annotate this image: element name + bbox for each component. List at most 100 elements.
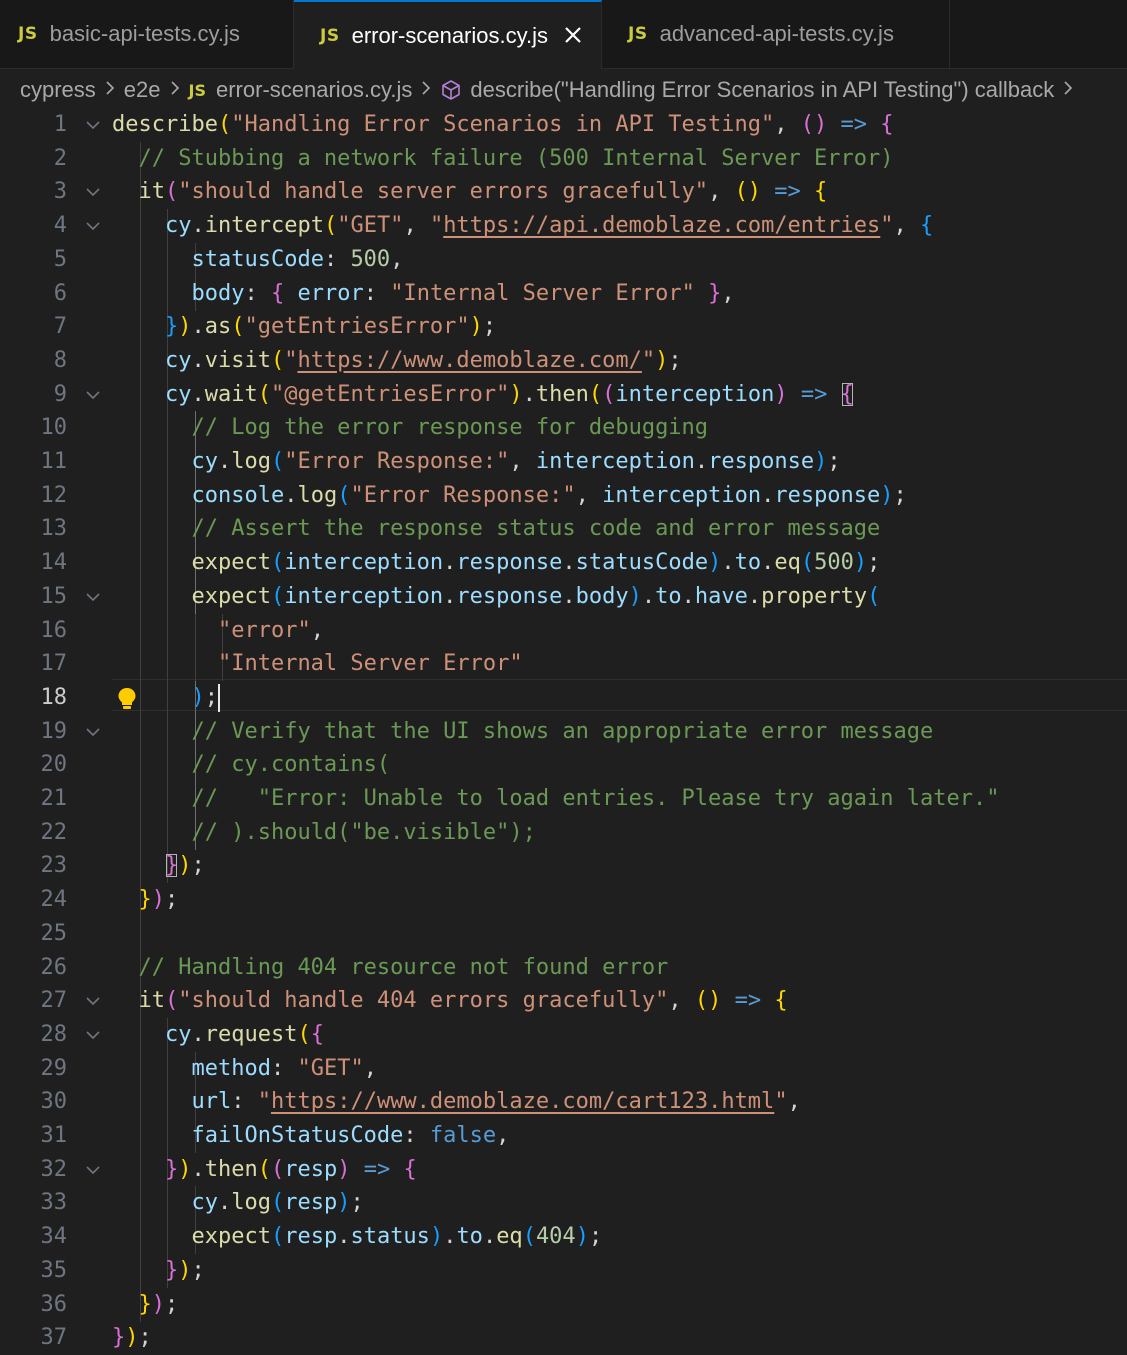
code-line[interactable]: 26 // Handling 404 resource not found er… bbox=[0, 950, 1127, 985]
breadcrumb-item-symbol[interactable]: describe("Handling Error Scenarios in AP… bbox=[470, 77, 1054, 103]
code-line[interactable]: 20 // cy.contains( bbox=[0, 748, 1127, 783]
code-token: body bbox=[575, 583, 629, 609]
chevron-down-icon[interactable] bbox=[84, 175, 102, 209]
code-token: ) bbox=[125, 1325, 139, 1351]
code-text[interactable]: statusCode: 500, bbox=[112, 243, 403, 277]
code-text[interactable]: method: "GET", bbox=[112, 1052, 376, 1086]
code-line[interactable]: 22 // ).should("be.visible"); bbox=[0, 815, 1127, 850]
code-text[interactable]: "Internal Server Error" bbox=[112, 647, 523, 681]
code-line[interactable]: 3 it("should handle server errors gracef… bbox=[0, 175, 1127, 210]
code-text[interactable]: }); bbox=[112, 883, 179, 917]
code-token: log bbox=[297, 482, 338, 508]
code-text[interactable]: // cy.contains( bbox=[112, 748, 390, 782]
code-line[interactable]: 23 }); bbox=[0, 849, 1127, 884]
code-text[interactable]: cy.visit("https://www.demoblaze.com/"); bbox=[112, 344, 682, 378]
breadcrumb-item-e2e[interactable]: e2e bbox=[124, 77, 161, 103]
code-line[interactable]: 36 }); bbox=[0, 1287, 1127, 1322]
code-text[interactable]: // ).should("be.visible"); bbox=[112, 816, 535, 850]
close-icon[interactable] bbox=[564, 23, 582, 49]
chevron-down-icon[interactable] bbox=[84, 984, 102, 1018]
code-text[interactable]: url: "https://www.demoblaze.com/cart123.… bbox=[112, 1085, 800, 1119]
code-text[interactable]: console.log("Error Response:", intercept… bbox=[112, 479, 906, 513]
code-line[interactable]: 19 // Verify that the UI shows an approp… bbox=[0, 714, 1127, 749]
tab-error-scenarios[interactable]: JS error-scenarios.cy.js bbox=[294, 0, 602, 69]
code-text[interactable]: cy.request({ bbox=[112, 1018, 324, 1052]
code-line[interactable]: 30 url: "https://www.demoblaze.com/cart1… bbox=[0, 1085, 1127, 1120]
code-line[interactable]: 6 body: { error: "Internal Server Error"… bbox=[0, 276, 1127, 311]
code-token: interception bbox=[602, 482, 762, 508]
line-number: 35 bbox=[40, 1257, 68, 1283]
code-text[interactable]: expect(interception.response.body).to.ha… bbox=[112, 580, 880, 614]
chevron-down-icon[interactable] bbox=[84, 209, 102, 243]
code-line[interactable]: 31 failOnStatusCode: false, bbox=[0, 1119, 1127, 1153]
code-line[interactable]: 12 console.log("Error Response:", interc… bbox=[0, 478, 1127, 513]
chevron-right-icon bbox=[421, 79, 431, 102]
chevron-down-icon[interactable] bbox=[84, 378, 102, 412]
code-line[interactable]: 29 method: "GET", bbox=[0, 1051, 1127, 1086]
code-line[interactable]: 21 // "Error: Unable to load entries. Pl… bbox=[0, 782, 1127, 816]
breadcrumb-item-cypress[interactable]: cypress bbox=[20, 77, 96, 103]
code-text[interactable]: // Assert the response status code and e… bbox=[112, 512, 880, 546]
code-text[interactable]: cy.log(resp); bbox=[112, 1186, 363, 1220]
code-line[interactable]: 25 bbox=[0, 916, 1127, 951]
chevron-down-icon[interactable] bbox=[84, 1153, 102, 1187]
code-text[interactable]: "error", bbox=[112, 614, 324, 648]
code-text[interactable]: cy.wait("@getEntriesError").then((interc… bbox=[112, 378, 854, 412]
code-line[interactable]: 16 "error", bbox=[0, 613, 1127, 648]
code-text[interactable]: // Log the error response for debugging bbox=[112, 411, 708, 445]
code-text[interactable]: }); bbox=[112, 849, 205, 883]
code-text[interactable]: // Verify that the UI shows an appropria… bbox=[112, 715, 933, 749]
code-line[interactable]: 32 }).then((resp) => { bbox=[0, 1152, 1127, 1187]
code-text[interactable]: }).then((resp) => { bbox=[112, 1153, 417, 1187]
code-token: ; bbox=[204, 684, 218, 710]
code-text[interactable]: }); bbox=[112, 1254, 205, 1288]
code-text[interactable]: }); bbox=[112, 1288, 179, 1322]
code-line[interactable]: 34 expect(resp.status).to.eq(404); bbox=[0, 1220, 1127, 1255]
chevron-down-icon[interactable] bbox=[84, 108, 102, 142]
code-line[interactable]: 15 expect(interception.response.body).to… bbox=[0, 579, 1127, 614]
code-text[interactable]: it("should handle 404 errors gracefully"… bbox=[112, 984, 788, 1018]
code-line[interactable]: 5 statusCode: 500, bbox=[0, 242, 1127, 277]
code-line[interactable]: 8 cy.visit("https://www.demoblaze.com/")… bbox=[0, 343, 1127, 378]
code-line[interactable]: 28 cy.request({ bbox=[0, 1017, 1127, 1052]
code-text[interactable]: }).as("getEntriesError"); bbox=[112, 310, 496, 344]
code-line[interactable]: 24 }); bbox=[0, 883, 1127, 918]
code-line[interactable]: 14 expect(interception.response.statusCo… bbox=[0, 546, 1127, 581]
javascript-file-icon: JS bbox=[320, 25, 340, 46]
code-line[interactable]: 1 describe("Handling Error Scenarios in A… bbox=[0, 108, 1127, 142]
code-token: , bbox=[721, 280, 735, 306]
code-text[interactable]: // Stubbing a network failure (500 Inter… bbox=[112, 142, 894, 176]
code-line[interactable]: 35 }); bbox=[0, 1253, 1127, 1288]
code-text[interactable]: it("should handle server errors graceful… bbox=[112, 175, 828, 209]
code-line[interactable]: 18 ); bbox=[0, 680, 1127, 715]
code-line[interactable]: 7 }).as("getEntriesError"); bbox=[0, 310, 1127, 345]
code-text[interactable]: failOnStatusCode: false, bbox=[112, 1119, 509, 1153]
breadcrumb-item-file[interactable]: error-scenarios.cy.js bbox=[216, 77, 412, 103]
code-line[interactable]: 10 // Log the error response for debuggi… bbox=[0, 411, 1127, 446]
code-line[interactable]: 9 cy.wait("@getEntriesError").then((inte… bbox=[0, 377, 1127, 412]
code-text[interactable]: // "Error: Unable to load entries. Pleas… bbox=[112, 782, 999, 816]
chevron-down-icon[interactable] bbox=[84, 1018, 102, 1052]
code-line[interactable]: 33 cy.log(resp); bbox=[0, 1186, 1127, 1221]
code-text[interactable]: describe("Handling Error Scenarios in AP… bbox=[112, 108, 894, 142]
tab-advanced-api-tests[interactable]: JS advanced-api-tests.cy.js bbox=[602, 0, 950, 68]
code-text[interactable]: body: { error: "Internal Server Error" }… bbox=[112, 277, 735, 311]
tab-basic-api-tests[interactable]: JS basic-api-tests.cy.js bbox=[0, 0, 294, 68]
code-text[interactable]: ); bbox=[112, 681, 220, 715]
code-text[interactable]: expect(interception.response.statusCode)… bbox=[112, 546, 880, 580]
code-editor[interactable]: 1 describe("Handling Error Scenarios in A… bbox=[0, 108, 1127, 1350]
code-line[interactable]: 17 "Internal Server Error" bbox=[0, 647, 1127, 682]
code-line[interactable]: 11 cy.log("Error Response:", interceptio… bbox=[0, 445, 1127, 479]
code-line[interactable]: 4 cy.intercept("GET", "https://api.demob… bbox=[0, 209, 1127, 244]
code-token: as bbox=[204, 314, 232, 340]
chevron-down-icon[interactable] bbox=[84, 715, 102, 749]
code-text[interactable]: cy.intercept("GET", "https://api.demobla… bbox=[112, 209, 933, 243]
code-line[interactable]: 2 // Stubbing a network failure (500 Int… bbox=[0, 141, 1127, 176]
code-text[interactable]: cy.log("Error Response:", interception.r… bbox=[112, 445, 840, 479]
code-token: // Log the error response for debugging bbox=[191, 415, 709, 441]
chevron-down-icon[interactable] bbox=[84, 580, 102, 614]
code-text[interactable]: // Handling 404 resource not found error bbox=[112, 951, 669, 985]
code-line[interactable]: 13 // Assert the response status code an… bbox=[0, 512, 1127, 547]
code-line[interactable]: 27 it("should handle 404 errors graceful… bbox=[0, 984, 1127, 1019]
code-text[interactable]: expect(resp.status).to.eq(404); bbox=[112, 1220, 602, 1254]
